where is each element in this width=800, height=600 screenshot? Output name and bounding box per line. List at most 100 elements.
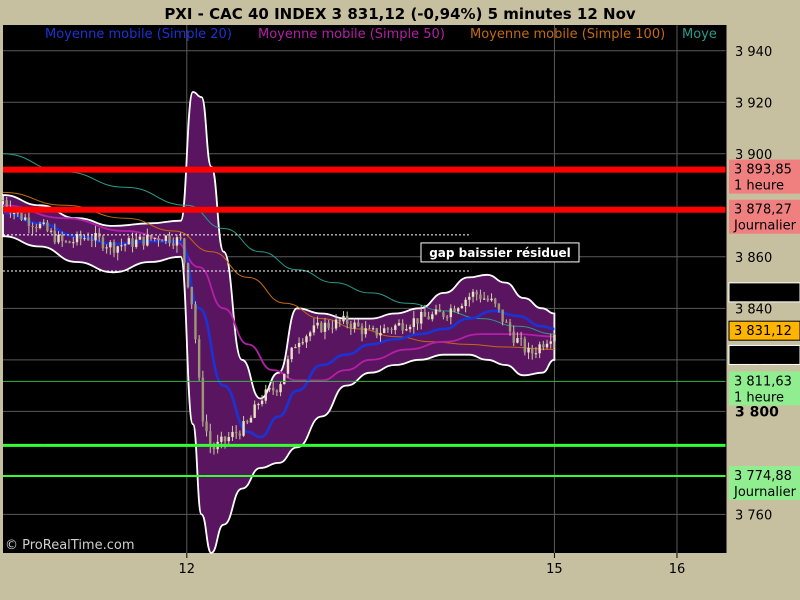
- candle-body: [20, 212, 23, 220]
- candle-body: [157, 237, 160, 241]
- candle-body: [283, 373, 286, 385]
- candle-body: [271, 387, 275, 391]
- candle-body: [460, 306, 464, 309]
- candle-body: [238, 433, 242, 436]
- candle-body: [112, 242, 116, 253]
- candle-body: [31, 225, 34, 228]
- level-left-label: 3 786,8: [6, 431, 56, 446]
- y-tick-label: 3 940: [735, 45, 772, 60]
- candle-body: [431, 314, 434, 320]
- candle-body: [512, 331, 515, 343]
- level-tag-timeframe: 1 heure: [734, 179, 784, 194]
- level-tag-timeframe: Journalier: [733, 219, 797, 234]
- candle-body: [109, 242, 112, 248]
- candle-body: [327, 322, 330, 328]
- candle-body: [201, 377, 205, 422]
- candle-body: [146, 235, 149, 246]
- candle-body: [138, 236, 142, 240]
- candle-body: [486, 298, 490, 301]
- candle-body: [368, 328, 371, 330]
- candle-body: [223, 436, 227, 442]
- candle-body: [516, 338, 519, 343]
- candle-body: [5, 200, 8, 208]
- candle-body: [249, 417, 253, 423]
- candle-body: [190, 286, 193, 305]
- candle-body: [57, 234, 60, 243]
- price-tag-value: 3 846: [734, 286, 771, 301]
- candle-body: [227, 437, 230, 442]
- y-tick-label: 3 860: [735, 251, 772, 266]
- level-tag-value: 3 878,27: [734, 203, 792, 218]
- candle-body: [394, 325, 397, 330]
- candle-body: [464, 299, 467, 307]
- level-tag-value: 3 774,88: [734, 469, 792, 484]
- legend: Prix Moyenne mobile (Simple 20) Moyenne mo…: [7, 27, 717, 42]
- candle-body: [482, 298, 486, 300]
- candle-body: [345, 315, 349, 324]
- candle-body: [175, 237, 179, 246]
- candle-body: [397, 323, 401, 326]
- candle-body: [253, 404, 256, 418]
- candle-body: [334, 319, 338, 329]
- candle-body: [475, 291, 478, 295]
- x-tick-label: 12: [179, 562, 196, 577]
- legend-item: Moyenne mobile (Simple 100): [470, 27, 665, 42]
- candle-body: [294, 347, 297, 349]
- candle-body: [72, 242, 75, 244]
- candle-body: [360, 326, 364, 335]
- candle-body: [416, 318, 419, 324]
- candle-body: [160, 240, 164, 242]
- candle-body: [379, 332, 382, 336]
- candle-body: [320, 322, 323, 332]
- price-chart[interactable]: PXI - CAC 40 INDEX 3 831,12 (-0,94%) 5 m…: [0, 0, 800, 600]
- candle-body: [534, 353, 538, 355]
- candle-body: [149, 235, 153, 239]
- y-tick-label: 3 840: [735, 302, 772, 317]
- candle-body: [286, 359, 290, 374]
- candle-body: [342, 315, 345, 322]
- candle-body: [242, 421, 245, 436]
- candle-body: [186, 263, 190, 287]
- legend-item: Moyenne mobile (Simple 20): [45, 27, 232, 42]
- candle-body: [83, 238, 86, 240]
- candle-body: [375, 328, 378, 336]
- candle-body: [323, 322, 327, 332]
- candle-body: [338, 319, 341, 322]
- candle-body: [135, 239, 138, 247]
- candle-body: [401, 323, 404, 331]
- watermark: © ProRealTime.com: [5, 538, 135, 553]
- chart-title: PXI - CAC 40 INDEX 3 831,12 (-0,94%) 5 m…: [164, 5, 636, 23]
- candle-body: [101, 237, 105, 249]
- candle-body: [423, 311, 427, 317]
- candle-body: [46, 222, 49, 231]
- candle-body: [42, 222, 45, 224]
- plot-area[interactable]: [3, 25, 726, 553]
- candle-body: [405, 329, 408, 331]
- candle-body: [494, 298, 497, 304]
- candle-body: [408, 326, 412, 330]
- candle-body: [497, 303, 501, 310]
- candle-body: [508, 322, 512, 332]
- candle-body: [1, 200, 5, 202]
- candle-body: [268, 387, 271, 390]
- y-tick-label: 3 760: [735, 508, 772, 523]
- legend-item: Moyenne mobile (Simple 50): [258, 27, 445, 42]
- candle-body: [479, 294, 482, 300]
- level-tag-value: 3 893,85: [734, 163, 792, 178]
- candle-body: [549, 341, 552, 344]
- x-tick-label: 15: [546, 562, 563, 577]
- candle-body: [427, 316, 430, 320]
- level-tag-value: 3 811,63: [734, 374, 792, 389]
- candle-body: [53, 230, 57, 243]
- candle-body: [12, 212, 16, 214]
- x-tick-label: 16: [669, 562, 686, 577]
- level-tag-timeframe: Journalier: [733, 485, 797, 500]
- candle-body: [442, 312, 445, 317]
- y-tick-label: 3 920: [735, 96, 772, 111]
- candle-body: [290, 347, 293, 360]
- level-tag-timeframe: 1 heure: [734, 390, 784, 405]
- candle-body: [527, 347, 530, 353]
- last-price-tag-value: 3 831,12: [734, 324, 792, 339]
- gap-annotation-text: gap baissier résiduel: [429, 246, 571, 260]
- candle-body: [123, 244, 127, 246]
